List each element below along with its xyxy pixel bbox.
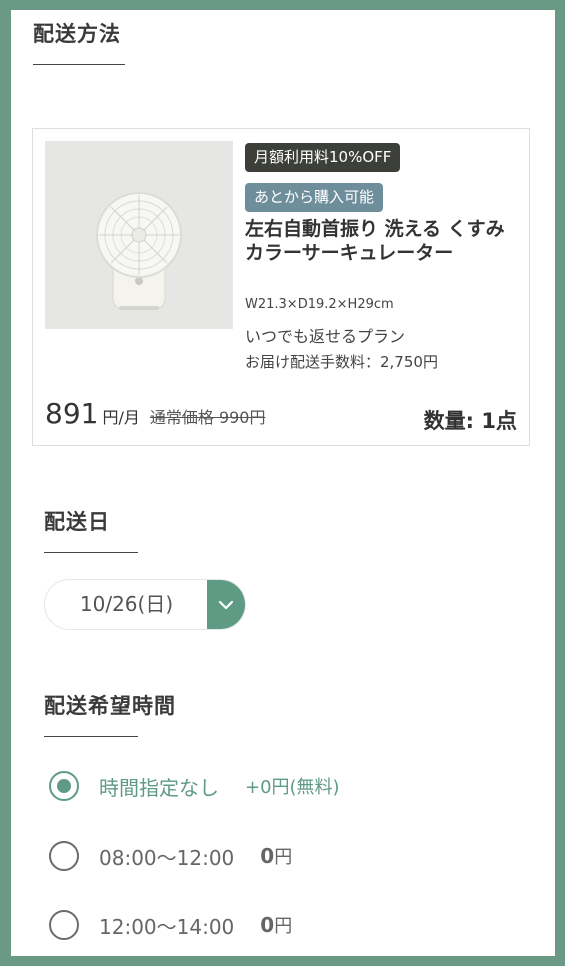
rental-plan: いつでも返せるプラン [245,327,406,346]
delivery-date-select[interactable]: 10/26(日) [44,579,246,630]
radio-unchecked[interactable] [49,841,79,871]
product-card[interactable]: 月額利用料10%OFF あとから購入可能 左右自動首振り 洗える くすみカラーサ… [32,128,530,446]
time-option-label: 時間指定なし [99,775,219,800]
product-dimensions: W21.3×D19.2×H29cm [245,297,394,312]
time-option-0800-1200[interactable]: 08:00〜12:00 0円 [49,839,292,873]
title-underline [44,552,138,553]
radio-checked[interactable] [49,771,79,801]
chevron-down-icon [218,600,234,609]
selected-date: 10/26(日) [79,592,174,616]
monthly-price: 891 [45,397,99,430]
product-name[interactable]: 左右自動首振り 洗える くすみカラーサーキュレーター [245,217,515,265]
time-option-price-unit: 円 [274,847,293,868]
time-option-label: 08:00〜12:00 [99,845,235,870]
price-row: 891 円/月 通常価格 990円 [45,397,266,430]
time-option-price-num: 0 [260,913,275,937]
shipping-panel: 配送方法 月額利用料10%OFF あとから購入可能 左右自動首振り 洗える くす… [11,10,555,956]
date-dropdown-button[interactable] [207,580,245,629]
price-unit: 円/月 [102,408,140,427]
discount-badge: 月額利用料10%OFF [245,143,401,172]
circulator-fan-icon [96,192,182,310]
time-option-label: 12:00〜14:00 [99,914,235,939]
time-option-price: 0円 [260,843,292,869]
title-underline [33,64,125,65]
delivery-time-title: 配送希望時間 [44,694,176,718]
delivery-date-title: 配送日 [44,510,110,534]
time-option-price: 0円 [260,912,292,938]
quantity: 数量: 1点 [423,409,517,433]
radio-unchecked[interactable] [49,910,79,940]
time-option-none[interactable]: 時間指定なし +0円(無料) [49,769,340,803]
purchase-later-badge: あとから購入可能 [245,183,384,212]
time-option-price: +0円(無料) [245,777,340,798]
product-image[interactable] [45,141,233,329]
time-option-1200-1400[interactable]: 12:00〜14:00 0円 [49,908,292,942]
shipping-method-title: 配送方法 [33,22,121,46]
regular-price: 通常価格 990円 [149,408,266,427]
delivery-fee: お届け配送手数料：2,750円 [245,353,438,371]
time-option-price-unit: 円 [274,916,293,937]
time-option-price-num: 0 [260,844,275,868]
title-underline [44,736,138,737]
